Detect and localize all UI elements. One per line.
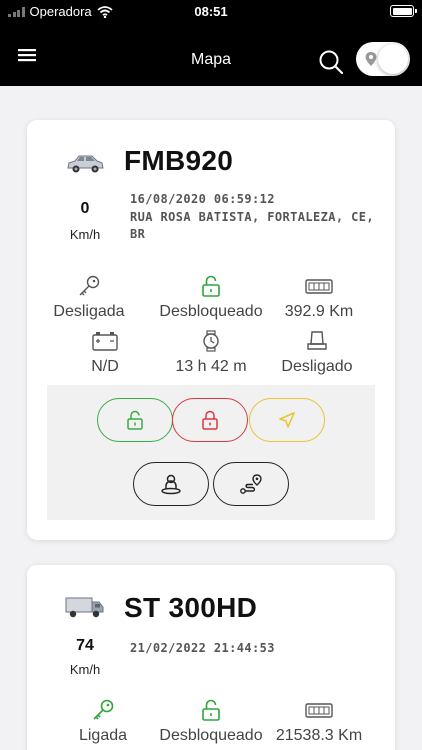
seat-status-label: Desligado	[281, 358, 353, 375]
ignition-stat: Ligada	[43, 699, 163, 745]
lock-stat: Desbloqueado	[151, 275, 271, 321]
battery-label: N/D	[91, 358, 119, 375]
vehicle-card[interactable]: FMB920 0 Km/h 16/08/2020 06:59:12 RUA RO…	[27, 120, 395, 540]
odometer-label: 392.9 Km	[284, 303, 354, 320]
status-time: 08:51	[194, 4, 228, 19]
speed-value: 0	[80, 200, 90, 217]
action-panel	[47, 385, 375, 520]
driver-button[interactable]	[133, 462, 209, 506]
status-bar: Operadora 08:51	[0, 0, 422, 24]
app-bar: Mapa	[0, 24, 422, 86]
speed-unit: Km/h	[69, 227, 101, 242]
map-toggle[interactable]	[356, 42, 410, 76]
ignition-stat: Desligada	[29, 275, 149, 321]
clock-icon	[203, 330, 219, 352]
speed-unit: Km/h	[69, 662, 101, 677]
key-icon	[93, 699, 114, 720]
odometer-stat: 392.9 Km	[259, 275, 379, 321]
lock-stat: Desbloqueado	[151, 699, 271, 745]
battery-status-icon	[390, 5, 417, 17]
odometer-icon	[305, 279, 333, 294]
car-icon	[67, 155, 104, 173]
vehicle-plate: FMB920	[124, 145, 234, 176]
odometer-icon	[305, 703, 333, 718]
lock-button[interactable]	[172, 398, 248, 442]
odometer-label: 21538.3 Km	[275, 727, 363, 744]
engine-hours-stat: 13 h 42 m	[151, 330, 271, 376]
seat-stat: Desligado	[257, 330, 377, 376]
ignition-label: Desligada	[53, 303, 125, 320]
unlock-icon	[202, 699, 220, 721]
driver-icon	[161, 474, 181, 495]
last-update-datetime: 16/08/2020 06:59:12	[130, 192, 275, 206]
route-button[interactable]	[213, 462, 289, 506]
seat-icon	[307, 331, 327, 350]
navigation-icon	[279, 412, 295, 428]
last-update-datetime: 21/02/2022 21:44:53	[130, 641, 275, 655]
truck-icon	[65, 597, 104, 618]
route-icon	[240, 474, 262, 494]
unlock-icon	[127, 410, 143, 430]
battery-icon	[92, 332, 118, 351]
odometer-stat: 21538.3 Km	[259, 699, 379, 745]
engine-hours-label: 13 h 42 m	[175, 358, 247, 375]
ignition-label: Ligada	[78, 727, 128, 744]
toggle-knob	[378, 44, 408, 74]
vehicle-plate: ST 300HD	[124, 592, 258, 623]
vehicle-card[interactable]: ST 300HD 74 Km/h 21/02/2022 21:44:53 Lig…	[27, 565, 395, 750]
battery-stat: N/D	[45, 330, 165, 376]
key-icon	[79, 275, 100, 296]
map-pin-icon	[365, 52, 377, 66]
vehicle-address: RUA ROSA BATISTA, FORTALEZA, CE, BR	[130, 210, 374, 241]
unlock-button[interactable]	[97, 398, 173, 442]
lock-status-label: Desbloqueado	[159, 727, 263, 744]
lock-icon	[202, 410, 218, 430]
unlock-icon	[202, 275, 220, 297]
locate-button[interactable]	[249, 398, 325, 442]
search-icon[interactable]	[317, 48, 345, 76]
speed-value: 74	[76, 637, 94, 654]
lock-status-label: Desbloqueado	[159, 303, 263, 320]
